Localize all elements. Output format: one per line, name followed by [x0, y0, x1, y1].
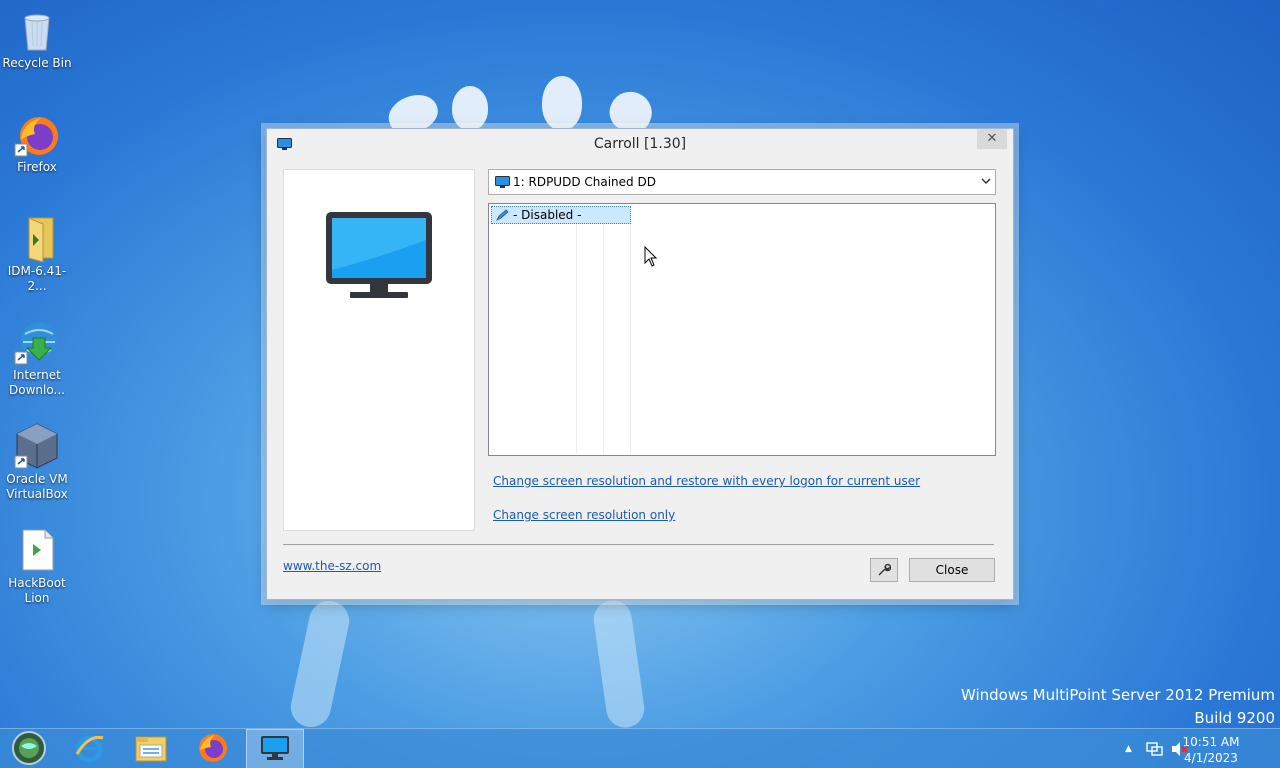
taskbar-internet-explorer[interactable]: [60, 729, 118, 768]
os-watermark: Windows MultiPoint Server 2012 Premium B…: [961, 684, 1275, 730]
taskbar-firefox[interactable]: [184, 729, 242, 768]
desktop-icon-label: Lion: [24, 591, 50, 605]
desktop-icon-label: Recycle Bin: [2, 56, 72, 70]
desktop-icon-label: Oracle VM: [6, 472, 68, 486]
show-hidden-icons-button[interactable]: ▲: [1125, 729, 1132, 768]
desktop-icon-recycle-bin[interactable]: Recycle Bin: [0, 6, 74, 71]
desktop-icon-hackboot[interactable]: HackBoot Lion: [0, 526, 74, 606]
clock-time: 10:51 AM: [1182, 735, 1240, 749]
chevron-up-icon: ▲: [1125, 744, 1132, 754]
internet-download-manager-icon: [13, 318, 61, 366]
desktop-icon-internet-download[interactable]: Internet Downlo...: [0, 318, 74, 398]
chevron-down-icon: [981, 174, 991, 191]
internet-explorer-icon: [73, 732, 105, 767]
website-link[interactable]: www.the-sz.com: [283, 559, 381, 573]
folder-icon: [13, 214, 61, 263]
network-tray-icon[interactable]: [1146, 729, 1164, 768]
column-divider: [603, 224, 604, 453]
watermark-line: Windows MultiPoint Server 2012 Premium: [960, 686, 1275, 704]
virtualbox-icon: [13, 422, 61, 470]
wrench-icon: [877, 563, 892, 580]
display-select-value: 1: RDPUDD Chained DD: [513, 175, 656, 189]
desktop-icon-label: VirtualBox: [6, 487, 68, 501]
change-resolution-restore-link[interactable]: Change screen resolution and restore wit…: [493, 474, 920, 488]
firefox-icon: [197, 732, 229, 767]
display-select[interactable]: 1: RDPUDD Chained DD: [488, 169, 996, 195]
clock-date: 4/1/2023: [1184, 751, 1238, 765]
desktop-icon-label: Firefox: [17, 160, 57, 174]
pencil-icon: [496, 209, 509, 221]
desktop-icon-label: Internet: [13, 368, 61, 382]
resolution-list[interactable]: - Disabled -: [488, 203, 996, 456]
taskbar-file-explorer[interactable]: [122, 729, 180, 768]
column-divider: [576, 224, 577, 453]
desktop-icon-label: HackBoot: [8, 576, 66, 590]
wallpaper-stem: [591, 597, 647, 731]
start-button[interactable]: [0, 729, 58, 768]
mouse-cursor-icon: [644, 245, 658, 271]
firefox-icon: [13, 110, 61, 158]
change-resolution-only-link[interactable]: Change screen resolution only: [493, 508, 675, 522]
desktop-icon-label: IDM-6.41-2...: [7, 264, 67, 293]
wallpaper-stem: [287, 597, 353, 731]
taskbar-carroll[interactable]: [246, 729, 304, 768]
folder-icon: [134, 733, 168, 766]
list-item[interactable]: - Disabled -: [491, 206, 631, 224]
title-bar[interactable]: Carroll [1.30] ✕: [267, 129, 1013, 159]
window-title: Carroll [1.30]: [593, 136, 687, 152]
close-button[interactable]: Close: [909, 558, 995, 582]
carroll-window: Carroll [1.30] ✕ 1: RDPUDD Chained DD - …: [266, 128, 1014, 600]
taskbar: ▲ 10:51 AM 4/1/2023: [0, 728, 1280, 768]
start-orb-icon: [11, 730, 47, 768]
desktop-icon-label: Downlo...: [9, 383, 65, 397]
desktop-icon-firefox[interactable]: Firefox: [0, 110, 74, 175]
system-clock[interactable]: 10:51 AM 4/1/2023: [1176, 734, 1246, 766]
desktop-icon-idm-folder[interactable]: IDM-6.41-2...: [0, 214, 74, 294]
desktop-icon-virtualbox[interactable]: Oracle VM VirtualBox: [0, 422, 74, 502]
wallpaper-petal: [452, 86, 488, 130]
divider: [283, 544, 994, 545]
list-item-label: - Disabled -: [513, 208, 582, 222]
wallpaper-petal: [542, 76, 582, 130]
window-close-button[interactable]: ✕: [977, 129, 1007, 149]
monitor-icon: [260, 735, 290, 764]
monitor-icon: [495, 176, 510, 188]
document-icon: [13, 526, 61, 574]
settings-button[interactable]: [870, 558, 898, 582]
watermark-line: Build 9200: [1194, 709, 1275, 727]
preview-pane: [283, 169, 475, 531]
recycle-bin-icon: [13, 6, 61, 54]
column-divider: [630, 224, 631, 453]
monitor-icon: [324, 210, 434, 303]
